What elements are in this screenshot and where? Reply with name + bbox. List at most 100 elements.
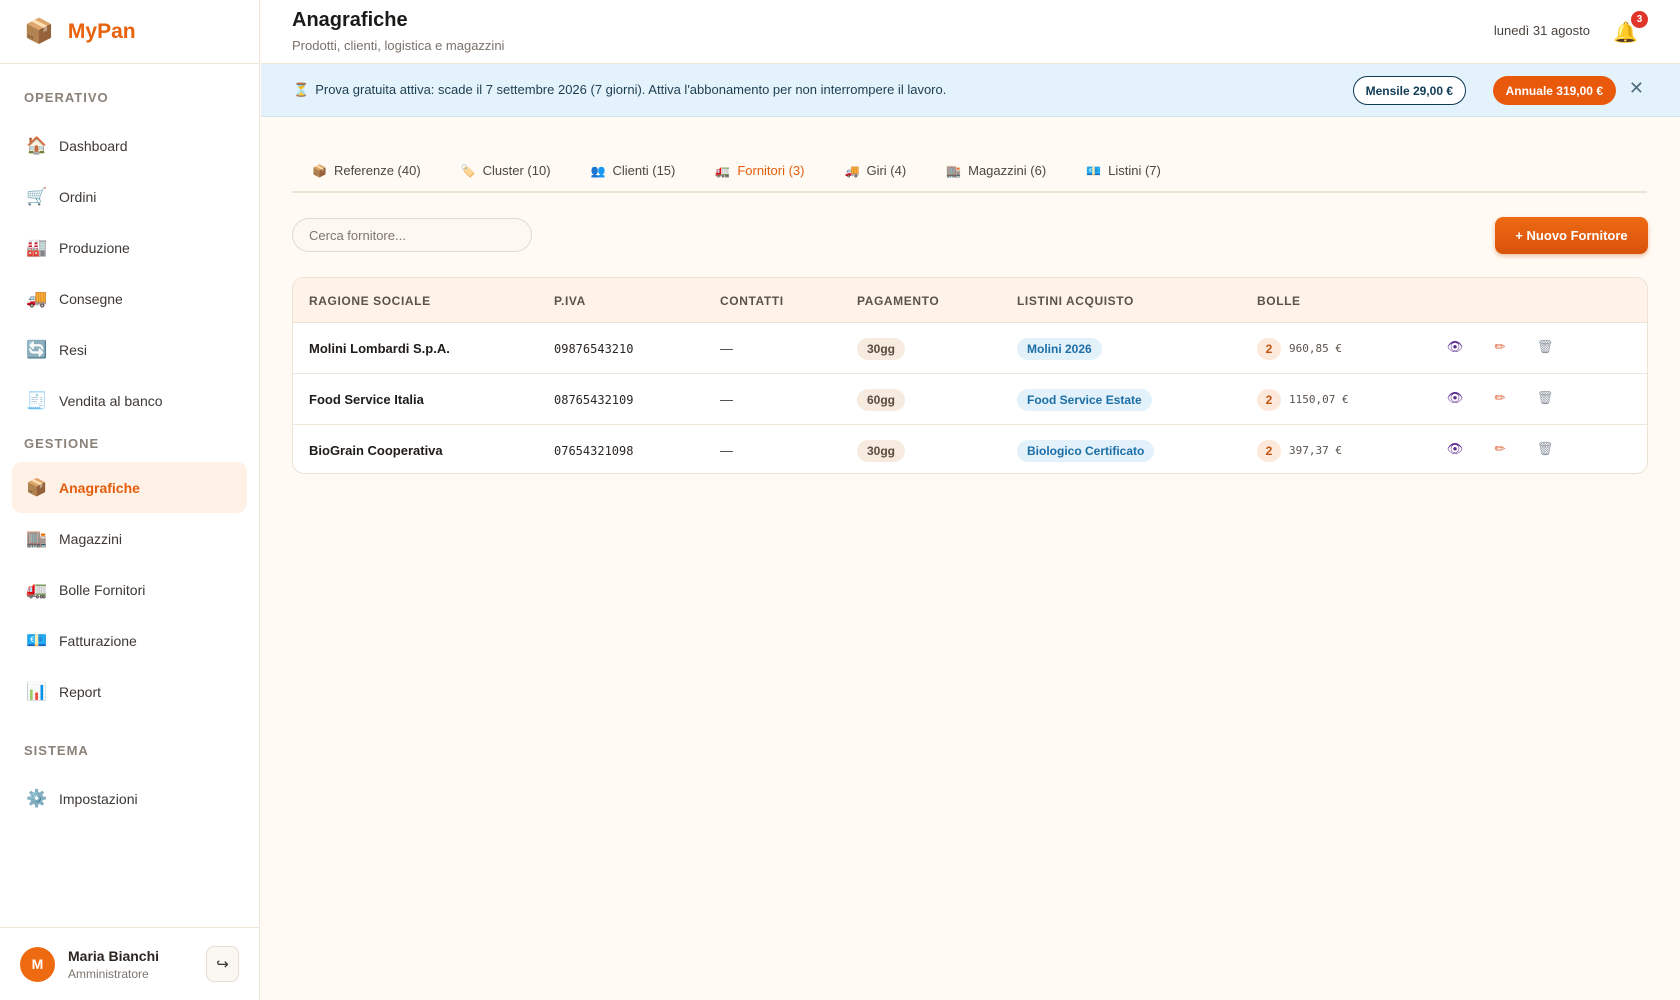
column-header-bolle[interactable]: BOLLE (1257, 294, 1301, 308)
supplier-piva: 09876543210 (554, 341, 634, 356)
lorry-icon: 🚛 (26, 579, 48, 599)
annual-plan-button[interactable]: Annuale 319,00 € (1492, 76, 1616, 105)
new-supplier-button[interactable]: + Nuovo Fornitore (1495, 217, 1648, 254)
tab-clienti[interactable]: 👥 Clienti (15) (571, 150, 696, 191)
tab-referenze[interactable]: 📦 Referenze (40) (292, 150, 441, 191)
table-row[interactable]: Molini Lombardi S.p.A. 09876543210 — 30g… (293, 323, 1647, 374)
price-list-badge[interactable]: Food Service Estate (1017, 388, 1152, 411)
tab-label: Referenze (40) (333, 163, 421, 178)
tab-label: Fornitori (3) (737, 163, 805, 178)
sidebar-item-label: Resi (59, 341, 88, 358)
logout-button[interactable]: ↪ (206, 946, 239, 982)
sidebar-item-dashboard[interactable]: 🏠 Dashboard (12, 120, 247, 171)
column-header-piva[interactable]: P.IVA (554, 294, 586, 308)
nav-section-gestione: GESTIONE (24, 436, 100, 451)
home-icon: 🏠 (26, 135, 48, 155)
supplier-name: Food Service Italia (309, 392, 424, 407)
tab-listini[interactable]: 💶 Listini (7) (1066, 150, 1181, 191)
app-name: MyPan (67, 19, 136, 43)
bolle-cell: 2 397,37 € (1257, 425, 1342, 473)
sidebar-item-resi[interactable]: 🔄 Resi (12, 324, 247, 375)
tab-magazzini[interactable]: 🏬 Magazzini (6) (926, 150, 1066, 191)
table-row[interactable]: BioGrain Cooperativa 07654321098 — 30gg … (293, 425, 1647, 473)
refresh-icon: 🔄 (26, 339, 48, 359)
bolle-cell: 2 960,85 € (1257, 323, 1342, 374)
avatar[interactable]: M (20, 946, 55, 982)
bolle-count-badge: 2 (1257, 337, 1281, 360)
payment-cell: 30gg (857, 323, 906, 374)
trial-banner: ⏳ Prova gratuita attiva: scade il 7 sette… (261, 64, 1680, 117)
trash-icon[interactable]: 🗑 (1535, 339, 1555, 355)
price-list-cell: Molini 2026 (1017, 323, 1102, 374)
column-header-name[interactable]: RAGIONE SOCIALE (309, 294, 431, 308)
nav-section-operativo: OPERATIVO (24, 90, 109, 105)
hourglass-icon: ⏳ (293, 82, 310, 97)
edit-icon[interactable]: ✏ (1490, 390, 1510, 406)
edit-icon[interactable]: ✏ (1490, 441, 1510, 457)
bolle-count-badge: 2 (1257, 388, 1281, 411)
payment-terms-badge: 60gg (857, 388, 906, 411)
chart-icon: 📊 (26, 681, 48, 701)
sidebar-item-produzione[interactable]: 🏭 Produzione (12, 222, 247, 273)
bolle-amount: 960,85 € (1289, 342, 1342, 355)
sidebar-item-consegne[interactable]: 🚚 Consegne (12, 273, 247, 324)
price-list-cell: Food Service Estate (1017, 374, 1152, 425)
supplier-name: BioGrain Cooperativa (309, 443, 443, 458)
sidebar-item-label: Anagrafiche (59, 479, 140, 496)
close-icon[interactable]: ✕ (1629, 78, 1644, 99)
sidebar-item-label: Consegne (59, 290, 123, 307)
bolle-amount: 1150,07 € (1289, 393, 1349, 406)
tab-label: Listini (7) (1108, 163, 1161, 178)
sidebar-item-label: Impostazioni (59, 790, 138, 807)
tab-label: Clienti (15) (612, 163, 676, 178)
view-icon[interactable]: 👁 (1445, 441, 1465, 457)
monthly-plan-button[interactable]: Mensile 29,00 € (1352, 76, 1466, 105)
users-icon: 👥 (590, 163, 606, 178)
tab-giri[interactable]: 🚚 Giri (4) (825, 150, 927, 191)
sidebar-item-magazzini[interactable]: 🏬 Magazzini (12, 513, 247, 564)
user-role: Amministratore (68, 966, 149, 981)
payment-terms-badge: 30gg (857, 439, 906, 462)
sidebar-item-label: Ordini (59, 188, 97, 205)
warehouse-icon: 🏬 (26, 528, 48, 548)
price-list-badge[interactable]: Biologico Certificato (1017, 439, 1155, 462)
column-header-listini[interactable]: LISTINI ACQUISTO (1017, 294, 1134, 308)
bolle-cell: 2 1150,07 € (1257, 374, 1349, 425)
sidebar-item-fatturazione[interactable]: 💶 Fatturazione (12, 615, 247, 666)
trash-icon[interactable]: 🗑 (1535, 390, 1555, 406)
bolle-count-badge: 2 (1257, 439, 1281, 462)
sidebar: 📦 MyPan OPERATIVO 🏠 Dashboard 🛒 Ordini 🏭 Pr… (0, 0, 260, 1000)
sidebar-item-anagrafiche[interactable]: 📦 Anagrafiche (12, 462, 247, 513)
price-list-badge[interactable]: Molini 2026 (1017, 337, 1102, 360)
supplier-contacts: — (720, 392, 733, 407)
tab-fornitori[interactable]: 🚛 Fornitori (3) (695, 150, 824, 191)
column-header-pagamento[interactable]: PAGAMENTO (857, 294, 939, 308)
edit-icon[interactable]: ✏ (1490, 339, 1510, 355)
box-logo-icon: 📦 (24, 18, 54, 45)
sidebar-item-impostazioni[interactable]: ⚙️ Impostazioni (12, 773, 247, 824)
column-header-contatti[interactable]: CONTATTI (720, 294, 784, 308)
truck-icon: 🚚 (844, 163, 860, 178)
table-row[interactable]: Food Service Italia 08765432109 — 60gg F… (293, 374, 1647, 425)
nav-section-sistema: SISTEMA (24, 743, 89, 758)
trial-message: Prova gratuita attiva: scade il 7 settem… (315, 82, 947, 97)
sidebar-item-ordini[interactable]: 🛒 Ordini (12, 171, 247, 222)
sidebar-item-label: Report (59, 683, 102, 700)
sidebar-item-vendita[interactable]: 🧾 Vendita al banco (12, 375, 247, 426)
current-date: lunedì 31 agosto (1493, 23, 1590, 38)
brand[interactable]: 📦 MyPan (0, 0, 259, 64)
search-input[interactable] (292, 218, 532, 252)
sidebar-item-report[interactable]: 📊 Report (12, 666, 247, 717)
view-icon[interactable]: 👁 (1445, 339, 1465, 355)
supplier-name: Molini Lombardi S.p.A. (309, 341, 450, 356)
sidebar-item-bolle-fornitori[interactable]: 🚛 Bolle Fornitori (12, 564, 247, 615)
tab-label: Magazzini (6) (968, 163, 1047, 178)
payment-cell: 60gg (857, 374, 906, 425)
user-name: Maria Bianchi (68, 947, 160, 964)
trash-icon[interactable]: 🗑 (1535, 441, 1555, 457)
tab-cluster[interactable]: 🏷️ Cluster (10) (441, 150, 571, 191)
sidebar-item-label: Produzione (59, 239, 130, 256)
trial-banner-text: ⏳ Prova gratuita attiva: scade il 7 sette… (293, 82, 946, 98)
tab-label: Cluster (10) (482, 163, 551, 178)
view-icon[interactable]: 👁 (1445, 390, 1465, 406)
